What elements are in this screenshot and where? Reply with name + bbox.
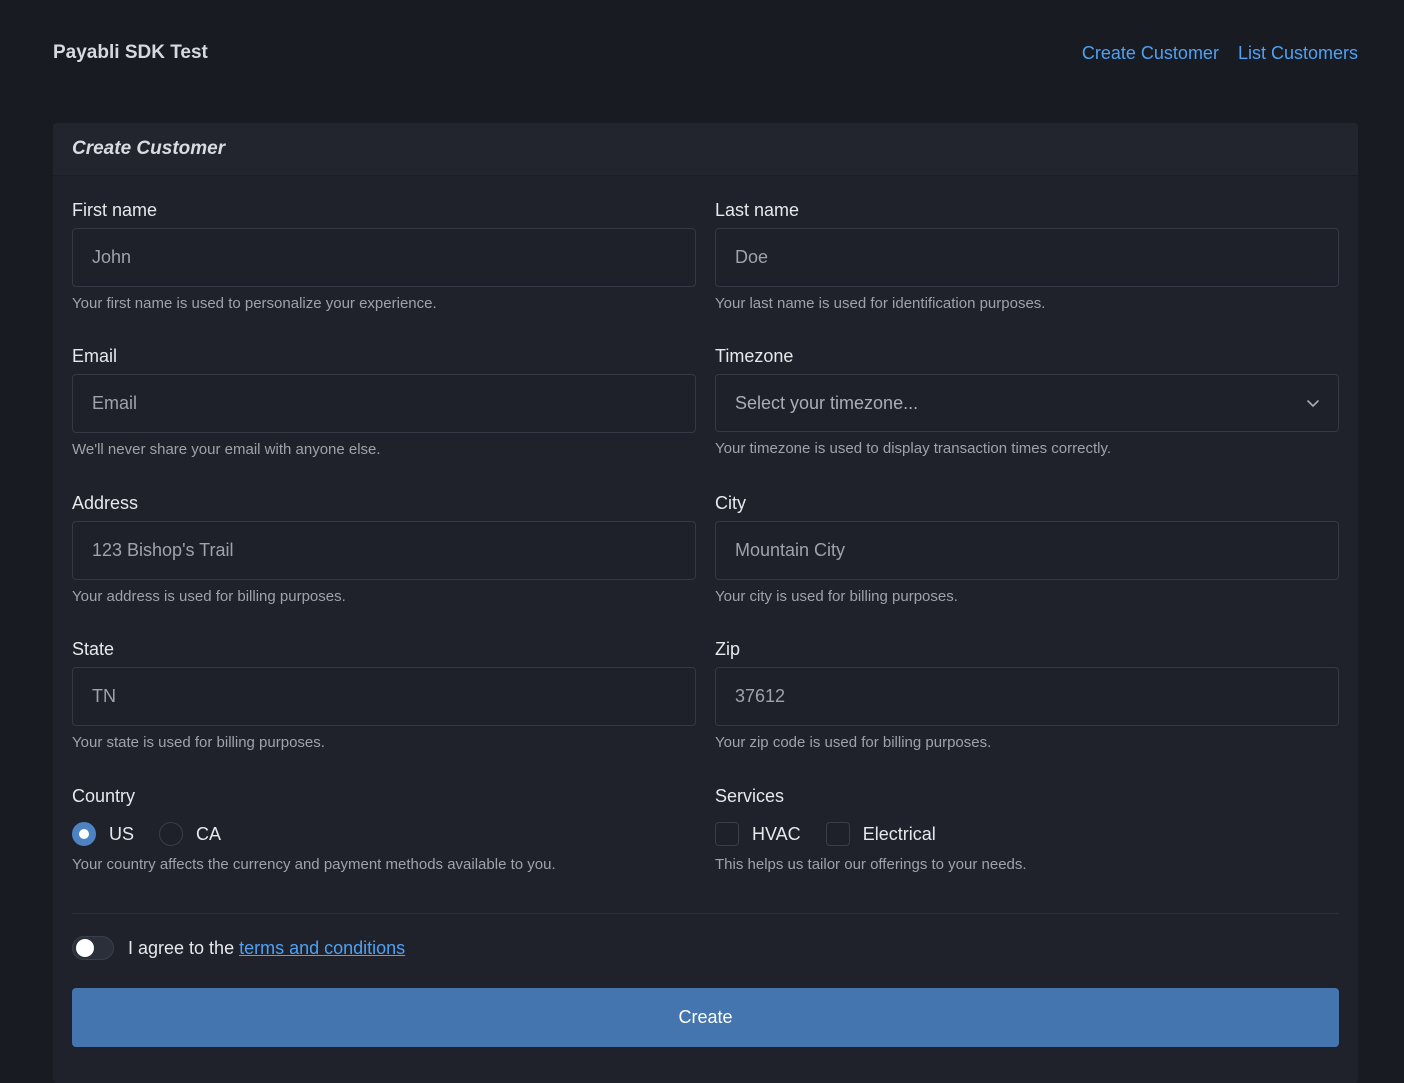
email-input[interactable] [72, 374, 696, 433]
state-input[interactable] [72, 667, 696, 726]
terms-agreement-row: I agree to the terms and conditions [72, 935, 405, 961]
terms-toggle-switch[interactable] [72, 936, 114, 960]
services-checkbox-electrical[interactable] [825, 822, 850, 846]
first-name-field-group: First name Your first name is used to pe… [72, 199, 696, 312]
last-name-field-group: Last name Your last name is used for ide… [715, 199, 1339, 312]
form-divider [72, 913, 1339, 914]
last-name-help: Your last name is used for identificatio… [715, 295, 1046, 312]
top-nav: Create Customer List Customers [1082, 43, 1358, 64]
zip-field-group: Zip Your zip code is used for billing pu… [715, 638, 1339, 751]
timezone-field-group: Timezone Select your timezone... Your ti… [715, 345, 1339, 457]
email-help: We'll never share your email with anyone… [72, 441, 381, 458]
terms-agree-text: I agree to the [128, 937, 235, 958]
nav-create-customer-link[interactable]: Create Customer [1082, 43, 1219, 64]
zip-help: Your zip code is used for billing purpos… [715, 734, 992, 751]
state-field-group: State Your state is used for billing pur… [72, 638, 696, 751]
services-checkbox-hvac[interactable] [715, 822, 739, 846]
toggle-knob [76, 939, 94, 957]
email-field-group: Email We'll never share your email with … [72, 345, 696, 458]
zip-label: Zip [715, 639, 741, 659]
chevron-down-icon [1307, 400, 1319, 407]
country-radio-us[interactable] [72, 822, 96, 846]
country-option-ca-label[interactable]: CA [196, 824, 221, 845]
create-button[interactable]: Create [72, 988, 1339, 1047]
terms-and-conditions-link[interactable]: terms and conditions [239, 938, 405, 959]
state-help: Your state is used for billing purposes. [72, 734, 325, 751]
services-field-group: Services HVAC Electrical This helps us t… [715, 785, 1339, 873]
country-option-us-label[interactable]: US [109, 824, 134, 845]
country-label: Country [72, 786, 136, 806]
timezone-select[interactable]: Select your timezone... [715, 374, 1339, 432]
last-name-input[interactable] [715, 228, 1339, 287]
country-radio-group: US CA [72, 821, 696, 847]
address-label: Address [72, 493, 139, 513]
app-title: Payabli SDK Test [53, 42, 208, 63]
services-option-hvac-label[interactable]: HVAC [752, 824, 801, 845]
card-header: Create Customer [53, 123, 1358, 176]
first-name-label: First name [72, 200, 158, 220]
address-field-group: Address Your address is used for billing… [72, 492, 696, 605]
services-option-electrical-label[interactable]: Electrical [863, 824, 936, 845]
address-input[interactable] [72, 521, 696, 580]
country-radio-ca[interactable] [159, 822, 184, 846]
services-checkbox-group: HVAC Electrical [715, 821, 1339, 847]
city-label: City [715, 493, 746, 513]
country-help: Your country affects the currency and pa… [72, 856, 556, 873]
first-name-input[interactable] [72, 228, 696, 287]
create-customer-card: Create Customer First name Your first na… [53, 123, 1358, 1083]
timezone-label: Timezone [715, 346, 794, 366]
nav-list-customers-link[interactable]: List Customers [1238, 43, 1358, 64]
card-title: Create Customer [72, 138, 226, 159]
zip-input[interactable] [715, 667, 1339, 726]
city-help: Your city is used for billing purposes. [715, 588, 958, 605]
timezone-help: Your timezone is used to display transac… [715, 440, 1112, 457]
state-label: State [72, 639, 115, 659]
services-help: This helps us tailor our offerings to yo… [715, 856, 1027, 873]
timezone-selected-value: Select your timezone... [735, 392, 919, 413]
email-label: Email [72, 346, 118, 366]
address-help: Your address is used for billing purpose… [72, 588, 346, 605]
country-field-group: Country US CA Your country affects the c… [72, 785, 696, 873]
services-label: Services [715, 786, 785, 806]
top-bar: Payabli SDK Test Create Customer List Cu… [53, 38, 1358, 68]
city-field-group: City Your city is used for billing purpo… [715, 492, 1339, 605]
last-name-label: Last name [715, 200, 800, 220]
city-input[interactable] [715, 521, 1339, 580]
first-name-help: Your first name is used to personalize y… [72, 295, 437, 312]
